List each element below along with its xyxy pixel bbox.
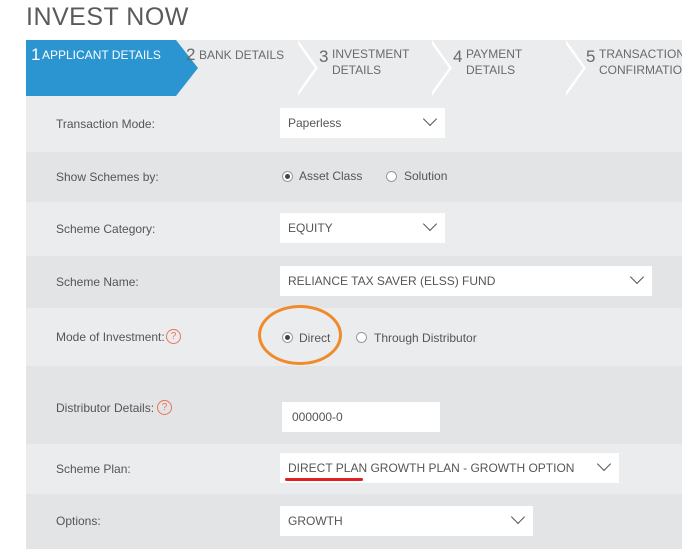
distributor-details-label: Distributor Details: <box>56 401 155 415</box>
distributor-code-value: 000000-0 <box>292 410 343 424</box>
mode-of-investment-label: Mode of Investment: <box>56 330 165 344</box>
solution-label: Solution <box>404 169 448 183</box>
asset-class-label: Asset Class <box>299 169 363 183</box>
step-separator-inner <box>429 40 449 96</box>
distributor-code-input[interactable]: 000000-0 <box>282 402 440 432</box>
step-applicant-details[interactable]: 1 APPLICANT DETAILS <box>26 40 176 96</box>
step-number: 3 <box>319 47 329 66</box>
step-label-line2: DETAILS <box>332 63 382 77</box>
step-transaction-confirmation[interactable]: 5 TRANSACTION CONFIRMATION <box>584 40 682 96</box>
step-label-line1: PAYMENT <box>466 47 523 61</box>
row-mode-of-investment: Mode of Investment: ? Direct Through Dis… <box>26 308 682 366</box>
step-label: BANK DETAILS <box>199 48 285 62</box>
step-label-line1: INVESTMENT <box>332 47 410 61</box>
row-scheme-plan: Scheme Plan: DIRECT PLAN GROWTH PLAN - G… <box>26 444 682 494</box>
options-value: GROWTH <box>288 514 343 528</box>
step-label-line2: DETAILS <box>466 63 516 77</box>
highlight-underline <box>285 478 363 481</box>
scheme-name-value: RELIANCE TAX SAVER (ELSS) FUND <box>288 274 496 288</box>
asset-class-radio[interactable] <box>282 171 293 182</box>
transaction-mode-label: Transaction Mode: <box>56 117 155 131</box>
chevron-down-icon <box>422 216 438 232</box>
transaction-mode-value: Paperless <box>288 116 342 130</box>
scheme-plan-label: Scheme Plan: <box>56 462 131 476</box>
step-number: 4 <box>453 47 463 66</box>
step-number: 5 <box>586 47 596 66</box>
step-payment-details[interactable]: 4 PAYMENT DETAILS <box>450 40 570 96</box>
help-icon[interactable]: ? <box>157 400 172 415</box>
step-label-line1: TRANSACTION <box>599 47 682 61</box>
step-bank-details[interactable]: 2 BANK DETAILS <box>182 40 312 96</box>
options-label: Options: <box>56 514 101 528</box>
row-distributor-details: Distributor Details: ? 000000-0 <box>26 366 682 444</box>
step-investment-details[interactable]: 3 INVESTMENT DETAILS <box>316 40 444 96</box>
chevron-down-icon <box>510 509 526 525</box>
step-label-line2: CONFIRMATION <box>599 63 682 77</box>
row-transaction-mode: Transaction Mode: Paperless <box>26 96 682 152</box>
step-separator-inner <box>563 40 583 96</box>
wizard-steps: 1 APPLICANT DETAILS 2 BANK DETAILS 3 INV… <box>26 40 682 96</box>
step-number: 1 <box>31 45 41 64</box>
through-distributor-label: Through Distributor <box>374 331 477 345</box>
transaction-mode-select[interactable]: Paperless <box>280 108 445 138</box>
scheme-name-select[interactable]: RELIANCE TAX SAVER (ELSS) FUND <box>280 266 652 296</box>
row-scheme-category: Scheme Category: EQUITY <box>26 202 682 256</box>
solution-radio[interactable] <box>386 171 397 182</box>
scheme-name-label: Scheme Name: <box>56 275 139 289</box>
scheme-category-value: EQUITY <box>288 221 333 235</box>
scheme-category-label: Scheme Category: <box>56 222 156 236</box>
through-distributor-radio[interactable] <box>356 332 367 343</box>
help-icon[interactable]: ? <box>166 329 181 344</box>
scheme-category-select[interactable]: EQUITY <box>280 213 445 243</box>
page-title: INVEST NOW <box>26 3 189 31</box>
chevron-down-icon <box>422 111 438 127</box>
row-show-schemes: Show Schemes by: Asset Class Solution <box>26 152 682 202</box>
chevron-down-icon <box>629 269 645 285</box>
highlight-circle <box>258 305 342 365</box>
step-separator-inner <box>295 40 315 96</box>
row-scheme-name: Scheme Name: RELIANCE TAX SAVER (ELSS) F… <box>26 256 682 308</box>
investment-form: Transaction Mode: Paperless Show Schemes… <box>26 96 682 549</box>
show-schemes-label: Show Schemes by: <box>56 170 159 184</box>
scheme-plan-value: DIRECT PLAN GROWTH PLAN - GROWTH OPTION <box>288 461 575 475</box>
row-options: Options: GROWTH <box>26 494 682 549</box>
step-label: APPLICANT DETAILS <box>42 48 161 62</box>
options-select[interactable]: GROWTH <box>280 506 533 536</box>
chevron-down-icon <box>596 456 612 472</box>
step-number: 2 <box>186 45 196 64</box>
